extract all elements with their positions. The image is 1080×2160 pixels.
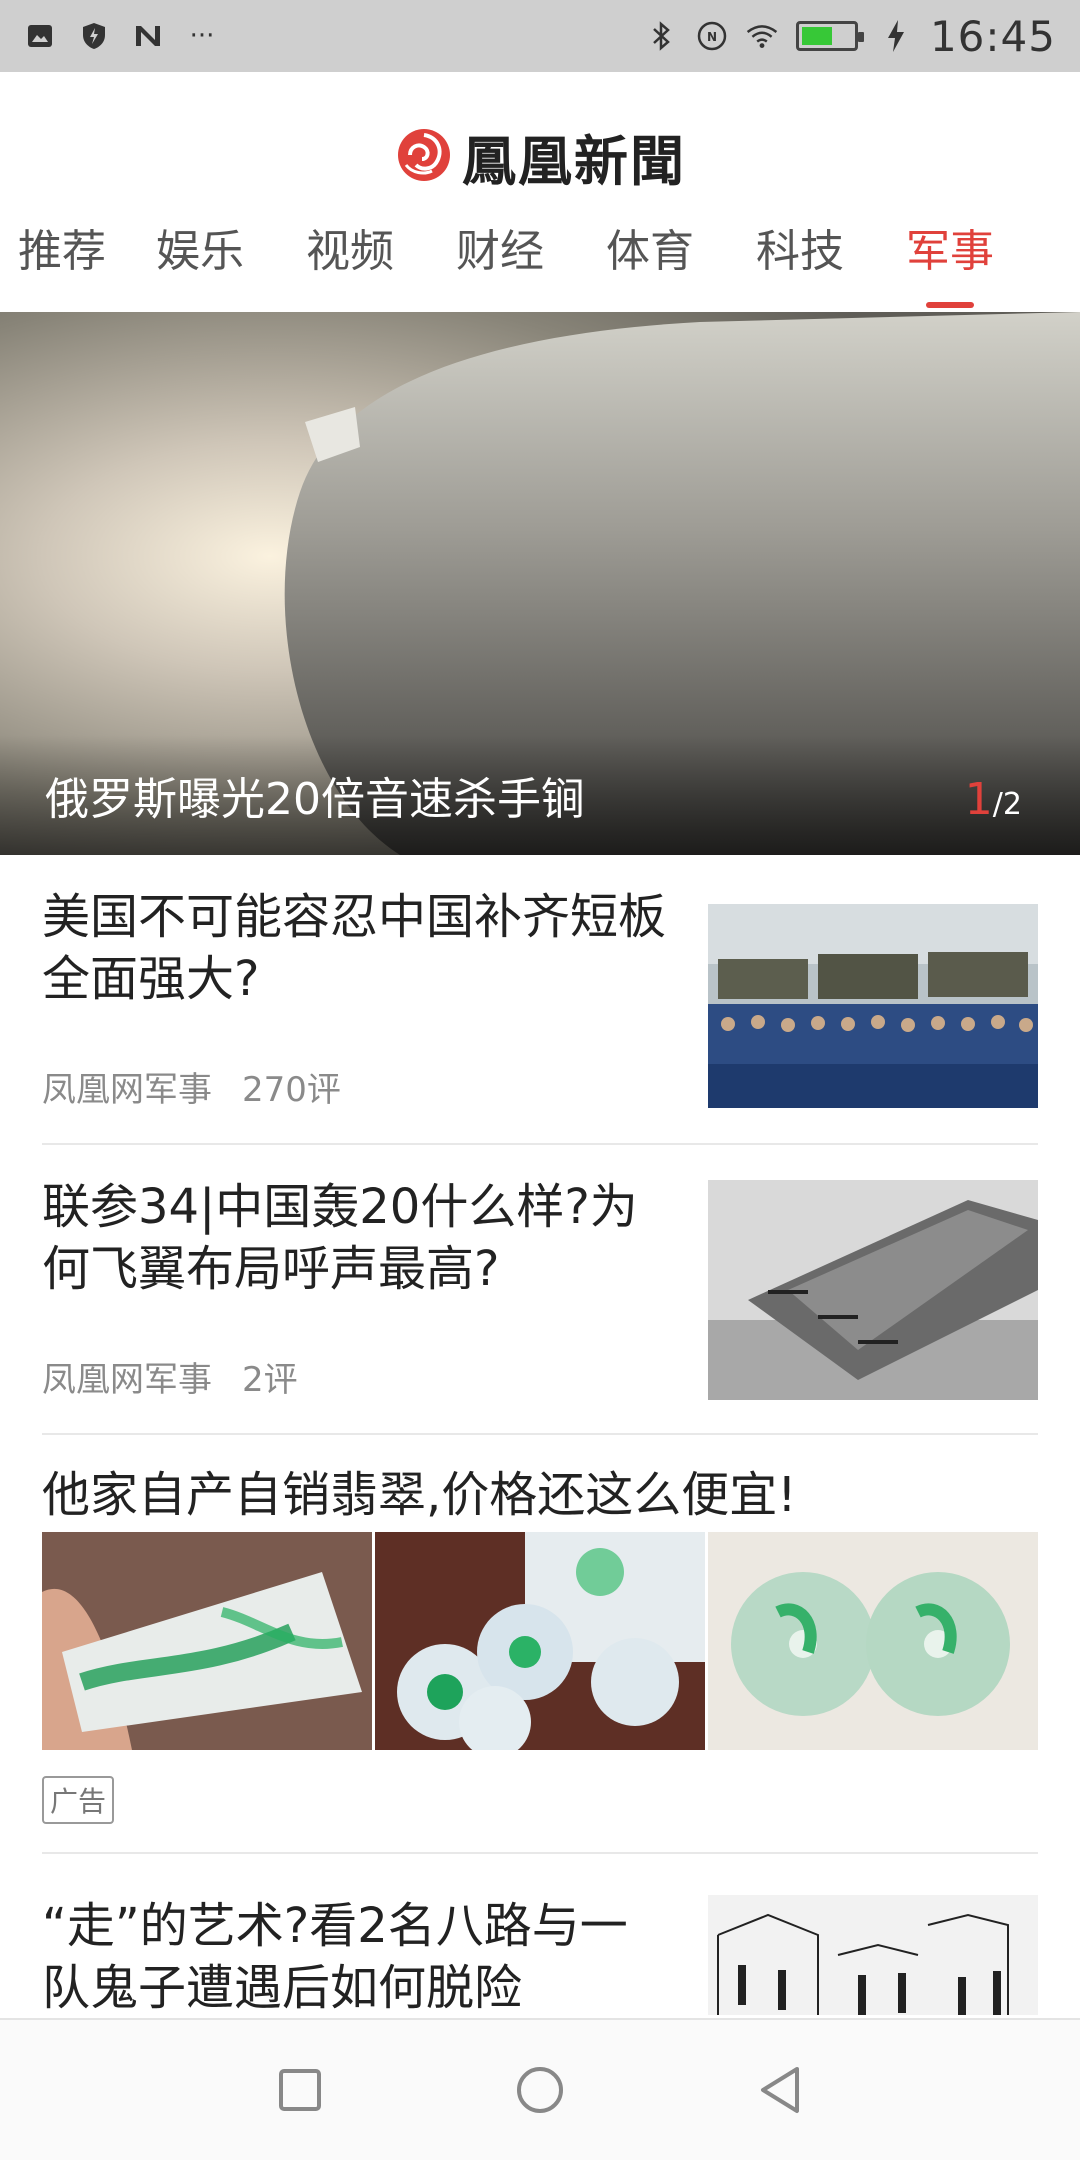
tab-label: 娱乐 <box>156 226 244 277</box>
tab-label: 军事 <box>906 226 994 277</box>
shield-icon <box>78 20 110 52</box>
more-dots-icon: ··· <box>189 21 215 51</box>
phoenix-logo-icon <box>394 125 454 189</box>
image-icon <box>24 20 56 52</box>
article-title: “走”的艺术?看2名八路与一队鬼子遭遇后如何脱险 <box>42 1898 628 2016</box>
tab-tech[interactable]: 科技 <box>725 222 875 308</box>
list-divider <box>42 1852 1038 1854</box>
active-tab-indicator <box>926 302 974 308</box>
ad-image <box>375 1532 705 1750</box>
svg-text:N: N <box>707 30 717 44</box>
tab-label: 推荐 <box>18 226 106 277</box>
article-meta: 凤凰网军事 2评 <box>42 1352 298 1401</box>
tab-label: 视频 <box>306 226 394 277</box>
back-triangle-icon[interactable] <box>750 2060 810 2120</box>
hero-caption: 俄罗斯曝光20倍音速杀手锏 <box>45 774 585 825</box>
home-circle-icon[interactable] <box>510 2060 570 2120</box>
tab-label: 财经 <box>456 226 544 277</box>
article-comments: 270评 <box>242 1070 341 1110</box>
status-bar: ··· N 16:45 <box>0 0 1080 72</box>
article-title: 美国不可能容忍中国补齐短板全面强大? <box>42 889 667 1007</box>
article-source: 凤凰网军事 <box>42 1070 212 1110</box>
tab-label: 体育 <box>606 226 694 277</box>
tab-military[interactable]: 军事 <box>875 222 1025 308</box>
hero-banner[interactable]: 俄罗斯曝光20倍音速杀手锏 1/2 <box>0 312 1080 855</box>
ad-image-row[interactable] <box>42 1532 1038 1750</box>
ad-image <box>708 1532 1038 1750</box>
tab-finance[interactable]: 财经 <box>425 222 575 308</box>
list-item[interactable]: 联参34|中国轰20什么样?为何飞翼布局呼声最高? 凤凰网军事 2评 <box>42 1176 1038 1436</box>
list-divider <box>42 1433 1038 1435</box>
hero-counter-total: /2 <box>992 787 1022 822</box>
bluetooth-icon <box>646 20 678 52</box>
list-divider <box>42 1143 1038 1145</box>
hero-page-counter: 1/2 <box>965 774 1022 825</box>
n-icon <box>132 20 164 52</box>
tab-recommend[interactable]: 推荐 <box>0 222 125 308</box>
category-tabs: 推荐 娱乐 视频 财经 体育 科技 军事 <box>0 222 1080 308</box>
app-logo: 鳳凰新聞 <box>0 117 1080 196</box>
article-meta: 凤凰网军事 270评 <box>42 1062 341 1111</box>
hero-counter-current: 1 <box>964 774 993 825</box>
status-time: 16:45 <box>929 11 1056 61</box>
wifi-icon <box>746 20 778 52</box>
ad-badge: 广告 <box>42 1776 115 1824</box>
system-nav-bar <box>0 2018 1080 2160</box>
logo-text: 鳳凰新聞 <box>462 129 686 193</box>
list-item[interactable]: “走”的艺术?看2名八路与一队鬼子遭遇后如何脱险 <box>42 1895 1038 2016</box>
ad-title[interactable]: 他家自产自销翡翠,价格还这么便宜! <box>42 1455 797 1525</box>
list-item[interactable]: 美国不可能容忍中国补齐短板全面强大? 凤凰网军事 270评 <box>42 886 1038 1146</box>
charging-icon <box>880 20 912 52</box>
tab-entertainment[interactable]: 娱乐 <box>125 222 275 308</box>
app-header: 鳳凰新聞 推荐 娱乐 视频 财经 体育 科技 军事 <box>0 72 1080 312</box>
tab-video[interactable]: 视频 <box>275 222 425 308</box>
battery-icon <box>795 21 864 51</box>
tab-sports[interactable]: 体育 <box>575 222 725 308</box>
ad-image <box>42 1532 372 1750</box>
article-thumbnail <box>708 1180 1038 1400</box>
recents-square-icon[interactable] <box>270 2060 330 2120</box>
article-thumbnail <box>708 904 1038 1108</box>
article-title: 联参34|中国轰20什么样?为何飞翼布局呼声最高? <box>42 1179 638 1297</box>
tab-label: 科技 <box>756 226 844 277</box>
article-source: 凤凰网军事 <box>42 1360 212 1400</box>
article-thumbnail <box>708 1895 1038 2015</box>
nfc-icon: N <box>696 20 728 52</box>
article-comments: 2评 <box>242 1360 298 1400</box>
